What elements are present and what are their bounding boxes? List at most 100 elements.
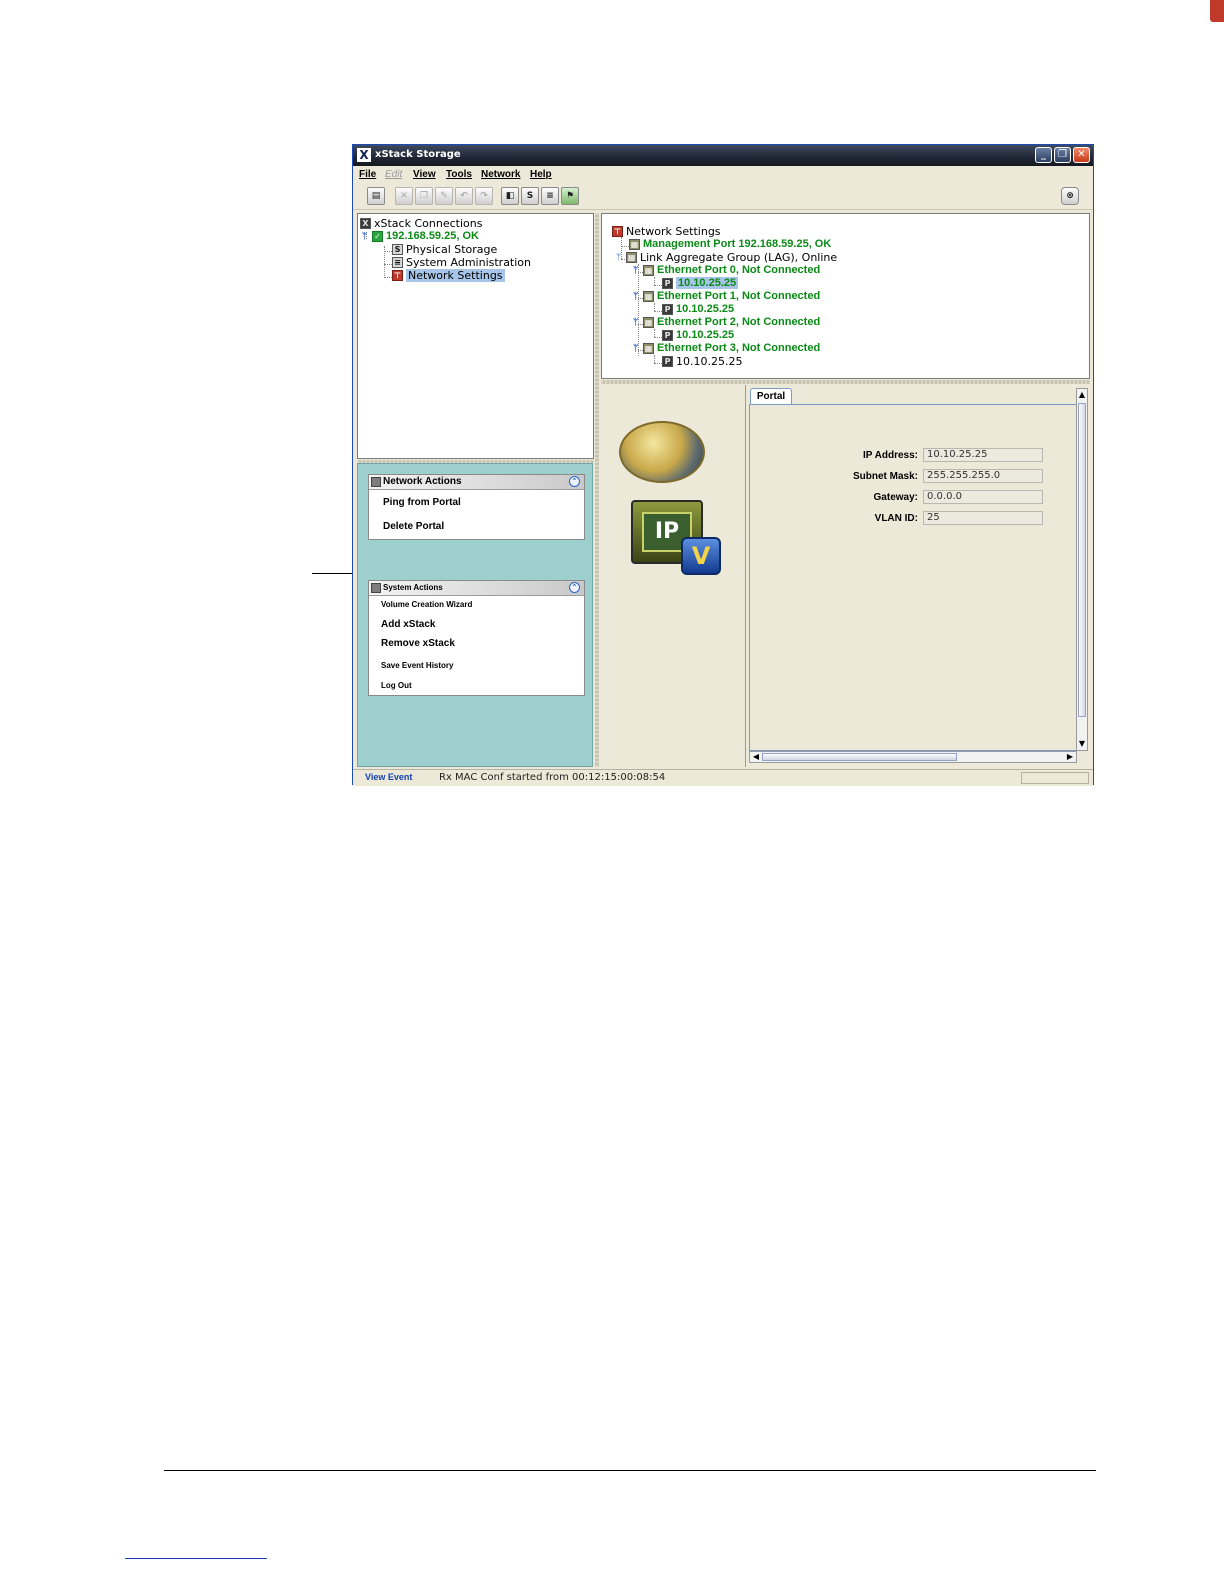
portal-icon: P xyxy=(662,303,673,315)
save-event-history-link[interactable]: Save Event History xyxy=(381,661,453,670)
menu-view[interactable]: View xyxy=(413,169,436,180)
expand-toggle-icon[interactable]: ᛘ xyxy=(633,343,640,353)
expand-toggle-icon[interactable]: ᛘ xyxy=(633,291,640,301)
expand-toggle-icon[interactable]: ᛘ xyxy=(633,265,640,275)
menu-help[interactable]: Help xyxy=(530,169,552,180)
storage-icon: S xyxy=(392,244,403,255)
check-icon: ✓ xyxy=(372,230,383,242)
tree-item-system-administration[interactable]: ≡ System Administration xyxy=(392,256,531,269)
stop-icon[interactable]: ⊗ xyxy=(1061,187,1079,205)
globe-network-icon[interactable] xyxy=(619,421,705,483)
collapse-icon[interactable]: ⌃ xyxy=(569,476,580,487)
tree-management-port[interactable]: ▦ Management Port 192.168.59.25, OK xyxy=(629,238,831,250)
tree-ethernet-port-2[interactable]: ᛘ ▦ Ethernet Port 2, Not Connected xyxy=(633,316,820,328)
remove-xstack-link[interactable]: Remove xStack xyxy=(381,638,455,649)
restore-button[interactable]: ❐ xyxy=(1054,147,1071,163)
tree-lag[interactable]: ᛘ ▦ Link Aggregate Group (LAG), Online xyxy=(616,251,837,264)
scroll-right-icon[interactable]: ▶ xyxy=(1065,752,1075,762)
tree-root-connections[interactable]: X xStack Connections xyxy=(360,217,482,230)
status-bar: View Event Rx MAC Conf started from 00:1… xyxy=(353,769,1093,786)
network-settings-icon: ⊤ xyxy=(612,226,623,237)
actions-panel: Network Actions ⌃ Ping from Portal Delet… xyxy=(357,463,593,767)
ethernet-port-icon: ▦ xyxy=(643,342,654,354)
tree-portal-ip-2[interactable]: P 10.10.25.25 xyxy=(662,329,734,341)
system-actions-header[interactable]: System Actions ⌃ xyxy=(369,581,584,596)
log-out-link[interactable]: Log Out xyxy=(381,681,412,690)
scroll-down-icon[interactable]: ▼ xyxy=(1077,739,1087,749)
properties-icon[interactable]: ▤ xyxy=(367,187,385,205)
status-progress-box xyxy=(1021,772,1089,784)
ethernet-port-icon: ▦ xyxy=(643,264,654,276)
view-event-link[interactable]: View Event xyxy=(365,772,412,782)
collapse-icon[interactable]: ⌃ xyxy=(569,582,580,593)
menu-edit[interactable]: Edit xyxy=(385,169,402,180)
lag-icon: ▦ xyxy=(626,252,637,263)
server-icon: ≡ xyxy=(392,257,403,268)
volume-creation-wizard-link[interactable]: Volume Creation Wizard xyxy=(381,600,472,609)
network-settings-icon: ⊤ xyxy=(392,270,403,281)
close-button[interactable]: ✕ xyxy=(1073,147,1090,163)
server-icon[interactable]: ≡ xyxy=(541,187,559,205)
right-splitter[interactable] xyxy=(601,380,1090,384)
vlan-id-field[interactable]: 25 xyxy=(923,511,1043,525)
tree-host[interactable]: ᛘ ✓ 192.168.59.25, OK xyxy=(362,230,479,242)
title-bar[interactable]: X xStack Storage _ ❐ ✕ xyxy=(353,145,1093,166)
settings-icon[interactable]: ⚑ xyxy=(561,187,579,205)
minimize-button[interactable]: _ xyxy=(1035,147,1052,163)
page-corner-marker xyxy=(1210,0,1224,22)
tab-portal[interactable]: Portal xyxy=(750,388,792,405)
copy-icon[interactable]: ❐ xyxy=(415,187,433,205)
redo-icon[interactable]: ↷ xyxy=(475,187,493,205)
horizontal-scrollbar[interactable]: ◀ ▶ xyxy=(749,751,1077,763)
menu-file[interactable]: File xyxy=(359,169,376,180)
horizontal-scroll-thumb[interactable] xyxy=(762,753,957,761)
tree-ethernet-port-0[interactable]: ᛘ ▦ Ethernet Port 0, Not Connected xyxy=(633,264,820,276)
toolbar: ▤ ✕ ❐ ✎ ↶ ↷ ◧ S ≡ ⚑ ⊗ xyxy=(353,185,1093,210)
edit-icon[interactable]: ✎ xyxy=(435,187,453,205)
delete-portal-link[interactable]: Delete Portal xyxy=(383,521,444,532)
vlan-badge-icon: V xyxy=(681,537,721,575)
network-actions-box: Network Actions ⌃ Ping from Portal Delet… xyxy=(368,474,585,540)
expand-toggle-icon[interactable]: ᛘ xyxy=(633,317,640,327)
subnet-mask-label: Subnet Mask: xyxy=(852,471,918,482)
scroll-left-icon[interactable]: ◀ xyxy=(751,752,761,762)
system-actions-box: System Actions ⌃ Volume Creation Wizard … xyxy=(368,580,585,696)
gateway-field[interactable]: 0.0.0.0 xyxy=(923,490,1043,504)
ethernet-port-icon: ▦ xyxy=(643,316,654,328)
vertical-scrollbar[interactable]: ▲ ▼ xyxy=(1076,388,1088,751)
window-title: xStack Storage xyxy=(375,149,461,160)
tree-ethernet-port-1[interactable]: ᛘ ▦ Ethernet Port 1, Not Connected xyxy=(633,290,820,302)
storage-icon[interactable]: S xyxy=(521,187,539,205)
portal-tab-body: IP Address: 10.10.25.25 Subnet Mask: 255… xyxy=(749,404,1077,751)
tree-item-network-settings[interactable]: ⊤ Network Settings xyxy=(392,269,505,282)
delete-icon[interactable]: ✕ xyxy=(395,187,413,205)
portal-icon: P xyxy=(662,356,673,367)
ping-from-portal-link[interactable]: Ping from Portal xyxy=(383,497,461,508)
vlan-id-label: VLAN ID: xyxy=(874,513,918,524)
tree-portal-ip-0[interactable]: P 10.10.25.25 xyxy=(662,277,739,289)
tree-ethernet-port-3[interactable]: ᛘ ▦ Ethernet Port 3, Not Connected xyxy=(633,342,820,354)
management-port-icon: ▦ xyxy=(629,238,640,250)
vertical-scroll-thumb[interactable] xyxy=(1078,403,1086,717)
expand-toggle-icon[interactable]: ᛘ xyxy=(362,231,369,241)
network-actions-header[interactable]: Network Actions ⌃ xyxy=(369,475,584,490)
portal-detail-pane: Portal IP Address: 10.10.25.25 Subnet Ma… xyxy=(745,385,1090,767)
network-icon[interactable]: ◧ xyxy=(501,187,519,205)
tree-root-network-settings[interactable]: ⊤ Network Settings xyxy=(612,225,721,238)
undo-icon[interactable]: ↶ xyxy=(455,187,473,205)
portal-icon: P xyxy=(662,329,673,341)
system-actions-icon xyxy=(371,583,381,593)
menu-tools[interactable]: Tools xyxy=(446,169,472,180)
subnet-mask-field[interactable]: 255.255.255.0 xyxy=(923,469,1043,483)
menu-bar: File Edit View Tools Network Help xyxy=(353,167,1093,185)
tree-item-physical-storage[interactable]: S Physical Storage xyxy=(392,243,497,256)
tree-portal-ip-1[interactable]: P 10.10.25.25 xyxy=(662,303,734,315)
app-icon: X xyxy=(357,148,371,162)
vertical-splitter[interactable] xyxy=(595,213,599,767)
tree-portal-ip-3[interactable]: P 10.10.25.25 xyxy=(662,355,742,368)
add-xstack-link[interactable]: Add xStack xyxy=(381,619,435,630)
ip-address-field[interactable]: 10.10.25.25 xyxy=(923,448,1043,462)
menu-network[interactable]: Network xyxy=(481,169,520,180)
expand-toggle-icon[interactable]: ᛘ xyxy=(616,253,623,263)
scroll-up-icon[interactable]: ▲ xyxy=(1077,390,1087,400)
